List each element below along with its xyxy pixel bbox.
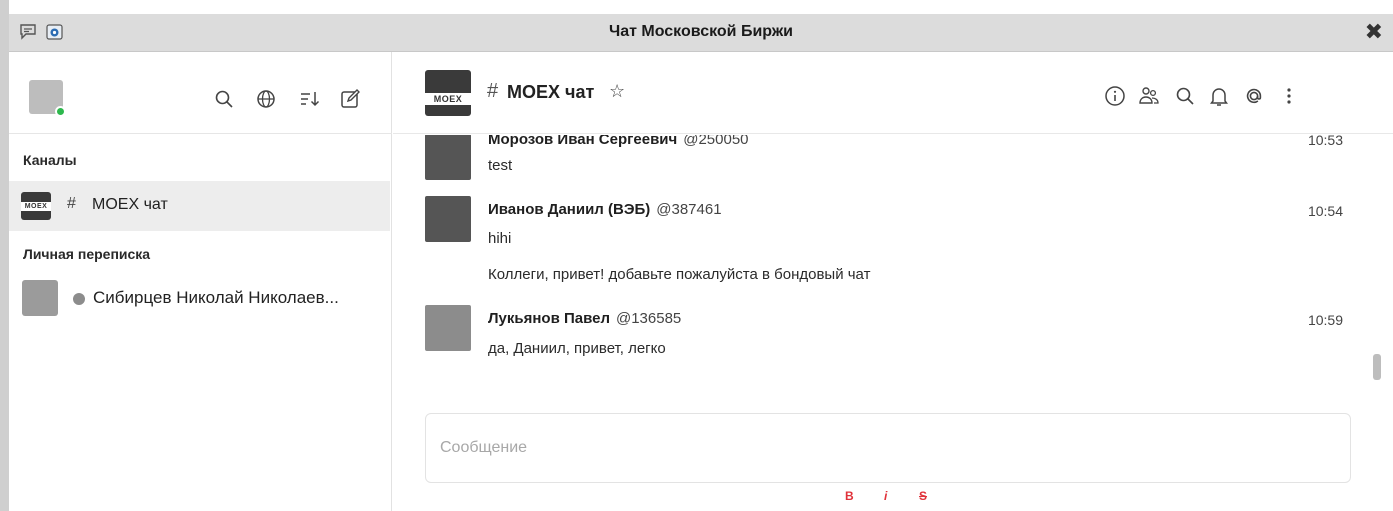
- notification-bell-icon[interactable]: [1207, 84, 1231, 108]
- avatar[interactable]: [425, 196, 471, 242]
- message-time: 10:54: [1307, 203, 1343, 219]
- bold-format-button[interactable]: B: [845, 489, 854, 503]
- moex-logo-icon[interactable]: MOEX: [425, 70, 471, 116]
- compose-icon[interactable]: [339, 88, 361, 110]
- mention-icon[interactable]: [1242, 84, 1266, 108]
- message-author[interactable]: Иванов Даниил (ВЭБ) @387461: [488, 201, 722, 218]
- close-icon[interactable]: ✖: [1365, 20, 1383, 44]
- offline-status-icon: [73, 293, 85, 305]
- message-list: Морозов Иван Сергеевич @250050 10:53 test…: [393, 135, 1368, 402]
- message-author-name: Иванов Даниил (ВЭБ): [488, 201, 651, 218]
- sidebar-item-direct-message[interactable]: Сибирцев Николай Николаев...: [9, 273, 390, 323]
- message-scrollbar[interactable]: [1370, 135, 1384, 511]
- members-icon[interactable]: [1137, 84, 1161, 108]
- message-author-name: Лукьянов Павел: [488, 310, 610, 327]
- channel-hash-icon: #: [487, 80, 499, 102]
- message-text: да, Даниил, привет, легко: [488, 340, 666, 357]
- search-icon[interactable]: [213, 88, 235, 110]
- channel-hash-icon: #: [67, 195, 76, 212]
- message-text: test: [488, 157, 513, 174]
- globe-icon[interactable]: [255, 88, 277, 110]
- message-input[interactable]: [425, 413, 1351, 483]
- message-handle: @136585: [615, 310, 682, 327]
- moex-logo-icon: MOEX: [21, 192, 51, 220]
- title-bar: Чат Московской Биржи ✖: [9, 14, 1393, 52]
- sidebar-item-label: Сибирцев Николай Николаев...: [93, 288, 339, 307]
- message-author[interactable]: Лукьянов Павел @136585: [488, 310, 681, 327]
- search-icon[interactable]: [1173, 84, 1197, 108]
- strikethrough-format-button[interactable]: S: [919, 489, 927, 503]
- online-status-icon: [55, 106, 66, 117]
- scrollbar-thumb[interactable]: [1373, 354, 1381, 380]
- avatar: [22, 280, 58, 316]
- sidebar-item-moex-chat[interactable]: MOEX # MOEX чат: [9, 181, 390, 231]
- favorite-star-icon[interactable]: ☆: [609, 81, 625, 102]
- sidebar-header: [9, 52, 392, 134]
- channel-title: MOEX чат: [507, 82, 595, 102]
- message-author[interactable]: Морозов Иван Сергеевич @250050: [488, 135, 749, 148]
- message-time: 10:53: [1307, 135, 1343, 148]
- moex-logo-text: MOEX: [425, 93, 471, 105]
- window-top-edge: [0, 0, 1393, 10]
- chat-panel: MOEX # MOEX чат ☆ Морозов Иван Сергеевич…: [393, 52, 1393, 511]
- sort-icon[interactable]: [299, 88, 321, 110]
- avatar[interactable]: [425, 135, 471, 180]
- message-handle: @387461: [656, 201, 722, 218]
- direct-messages-heading: Личная переписка: [23, 246, 151, 262]
- channel-header: MOEX # MOEX чат ☆: [393, 52, 1393, 134]
- message-time: 10:59: [1307, 312, 1343, 328]
- sidebar: Каналы MOEX # MOEX чат Личная переписка …: [9, 52, 392, 511]
- window-left-edge: [0, 0, 9, 511]
- message-text: hihi: [488, 230, 512, 247]
- channels-heading: Каналы: [23, 152, 77, 168]
- message-handle: @250050: [683, 135, 749, 148]
- more-options-icon[interactable]: [1277, 84, 1301, 108]
- sidebar-item-label: MOEX чат: [92, 196, 168, 213]
- avatar[interactable]: [425, 305, 471, 351]
- message-author-name: Морозов Иван Сергеевич: [488, 135, 678, 148]
- window-title: Чат Московской Биржи: [608, 23, 794, 40]
- avatar[interactable]: [29, 80, 66, 117]
- info-icon[interactable]: [1103, 84, 1127, 108]
- italic-format-button[interactable]: i: [884, 489, 887, 503]
- moex-logo-text: MOEX: [21, 202, 51, 211]
- message-text: Коллеги, привет! добавьте пожалуйста в б…: [488, 266, 871, 283]
